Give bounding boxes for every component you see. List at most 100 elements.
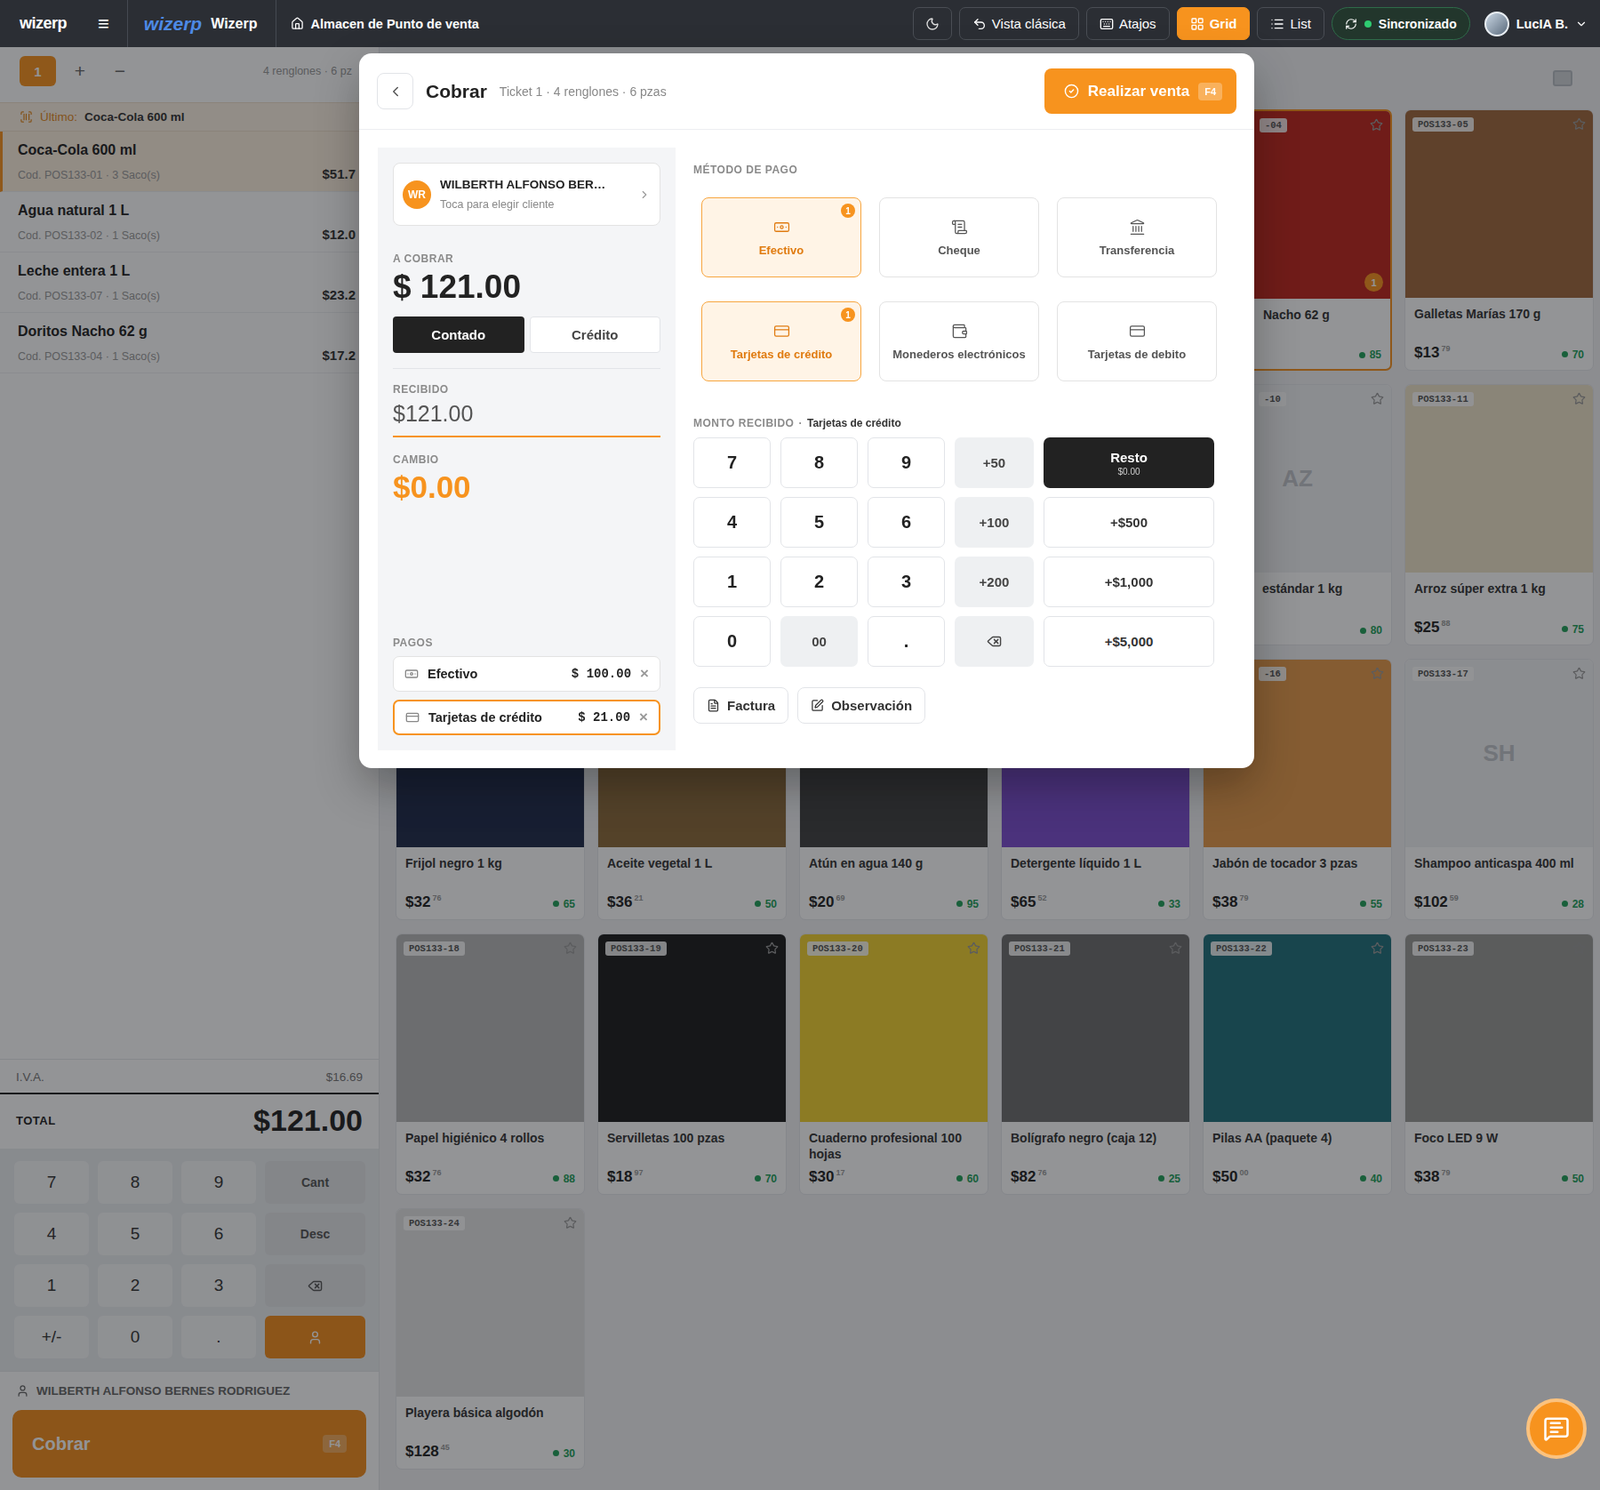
received-label: RECIBIDO: [392, 383, 661, 396]
client-card[interactable]: WRWILBERTH ALFONSO BER…Toca para elegir …: [392, 162, 661, 226]
due-amount: $ 121.00: [392, 268, 661, 306]
payments-label: PAGOS: [392, 636, 661, 649]
divider: [275, 0, 277, 48]
payment-method-tile[interactable]: Tarjetas de crédito1: [701, 301, 862, 382]
pad-key[interactable]: +200: [954, 556, 1034, 608]
pad-key[interactable]: 3: [867, 556, 945, 608]
pad-key[interactable]: [954, 616, 1034, 667]
method-count-badge: 1: [840, 307, 856, 322]
amount-button[interactable]: +$1,000: [1043, 556, 1215, 608]
pad-key[interactable]: 5: [780, 496, 858, 548]
pad-key[interactable]: +50: [954, 437, 1034, 488]
payment-method-tile[interactable]: Monederos electrónicos: [879, 301, 1040, 382]
shortcut-badge: F4: [1198, 82, 1223, 101]
submit-sale-button[interactable]: Realizar ventaF4: [1044, 68, 1237, 114]
sync-dot: [1364, 20, 1372, 28]
payment-method: Efectivo: [427, 666, 478, 681]
modal-header: CobrarTicket 1 · 4 renglones · 6 pzasRea…: [359, 53, 1255, 130]
back-button[interactable]: [376, 72, 414, 110]
theme-button[interactable]: [912, 7, 952, 40]
amount-button[interactable]: Resto$0.00: [1043, 437, 1215, 488]
card-icon: [773, 322, 791, 340]
pad-key[interactable]: 9: [867, 437, 945, 488]
divider: [127, 0, 128, 48]
change-label: CAMBIO: [392, 453, 661, 466]
pad-key[interactable]: .: [867, 616, 945, 667]
app-logo: wizerp: [19, 14, 82, 33]
cash-icon: [404, 666, 419, 681]
view-button[interactable]: Atajos: [1086, 7, 1170, 40]
wallet-icon: [951, 322, 968, 340]
pos-app: wizerp≡wizerpWizerpAlmacen de Punto de v…: [0, 0, 1600, 1490]
payment-method-tile[interactable]: Tarjetas de debito: [1056, 301, 1217, 382]
spacer: [392, 504, 661, 637]
pad-key[interactable]: +100: [954, 496, 1034, 548]
remove-payment-button[interactable]: ×: [639, 708, 648, 727]
pad-key[interactable]: 6: [867, 496, 945, 548]
pad-key[interactable]: 2: [780, 556, 858, 608]
received-amount: $121.00: [392, 395, 661, 438]
store-name[interactable]: Almacen de Punto de venta: [290, 16, 480, 32]
due-label: A COBRAR: [392, 252, 661, 265]
undo-icon: [972, 16, 987, 32]
modal-body: WRWILBERTH ALFONSO BER…Toca para elegir …: [359, 129, 1255, 768]
card-icon: [405, 710, 420, 725]
payment-amount: $ 100.00: [571, 666, 632, 681]
pad-key[interactable]: 8: [780, 437, 858, 488]
bank-icon: [1128, 218, 1146, 236]
moon-icon: [925, 16, 940, 32]
footer-button[interactable]: Observación: [797, 687, 926, 724]
payment-method-tile[interactable]: Cheque: [879, 197, 1040, 278]
pad-key[interactable]: 4: [693, 496, 771, 548]
payment-method-tile[interactable]: Transferencia: [1056, 197, 1217, 278]
view-button[interactable]: Vista clásica: [959, 7, 1080, 40]
home-icon: [290, 16, 304, 31]
terms-option[interactable]: Contado: [392, 316, 525, 353]
refresh-icon: [1344, 17, 1358, 31]
pad-key[interactable]: 7: [693, 437, 771, 488]
amount-pad: 789+50Resto$0.00 456+100+$500 123+200+$1,0…: [693, 437, 1237, 667]
payment-modal: CobrarTicket 1 · 4 renglones · 6 pzasRea…: [359, 53, 1255, 768]
pad-key[interactable]: 0: [693, 616, 771, 667]
amount-label: MONTO RECIBIDO·Tarjetas de crédito: [693, 416, 1237, 430]
cash-icon: [773, 218, 791, 236]
payment-amount: $ 21.00: [577, 710, 631, 725]
card-icon: [1128, 322, 1146, 340]
terms-option[interactable]: Crédito: [529, 316, 662, 353]
chevron-down-icon: [1575, 17, 1588, 31]
pad-key[interactable]: 00: [780, 616, 858, 667]
client-hint: Toca para elegir cliente: [440, 198, 630, 211]
chat-icon: [1543, 1415, 1570, 1442]
payment-row[interactable]: Tarjetas de crédito $ 21.00 ×: [392, 699, 661, 736]
brand-logo: wizerp: [144, 13, 202, 35]
user-menu[interactable]: LucIA B.: [1479, 11, 1593, 37]
backspace-icon: [986, 633, 1002, 649]
menu-button[interactable]: ≡: [97, 12, 110, 36]
chevron-right-icon: [638, 188, 651, 201]
cheque-icon: [951, 218, 968, 236]
footer-button[interactable]: Factura: [693, 687, 789, 724]
chat-button[interactable]: [1526, 1398, 1587, 1459]
change-amount: $0.00: [392, 469, 661, 505]
sync-status[interactable]: Sincronizado: [1331, 7, 1471, 40]
check-circle-icon: [1064, 83, 1080, 99]
remove-payment-button[interactable]: ×: [640, 664, 649, 683]
view-button[interactable]: Grid: [1176, 7, 1251, 40]
top-bar: wizerp≡wizerpWizerpAlmacen de Punto de v…: [0, 0, 1600, 48]
view-button[interactable]: List: [1256, 7, 1324, 40]
amount-button[interactable]: +$500: [1043, 496, 1215, 548]
list-icon: [1270, 16, 1285, 32]
grid-icon: [1190, 16, 1205, 32]
divider: [392, 368, 661, 369]
pad-key[interactable]: 1: [693, 556, 771, 608]
amount-label-separator: ·: [798, 416, 803, 430]
user-avatar: [1484, 11, 1510, 37]
payment-entry: MÉTODO DE PAGOEfectivo1ChequeTransferenc…: [693, 147, 1237, 751]
payment-row[interactable]: Efectivo $ 100.00 ×: [392, 656, 661, 692]
payment-method: Tarjetas de crédito: [428, 710, 543, 725]
amount-button[interactable]: +$5,000: [1043, 616, 1215, 667]
chevron-left-icon: [387, 83, 404, 100]
payment-method-tile[interactable]: Efectivo1: [701, 197, 862, 278]
payment-methods: Efectivo1ChequeTransferencia Tarjetas de …: [701, 197, 1237, 382]
terms-toggle: ContadoCrédito: [392, 316, 661, 353]
